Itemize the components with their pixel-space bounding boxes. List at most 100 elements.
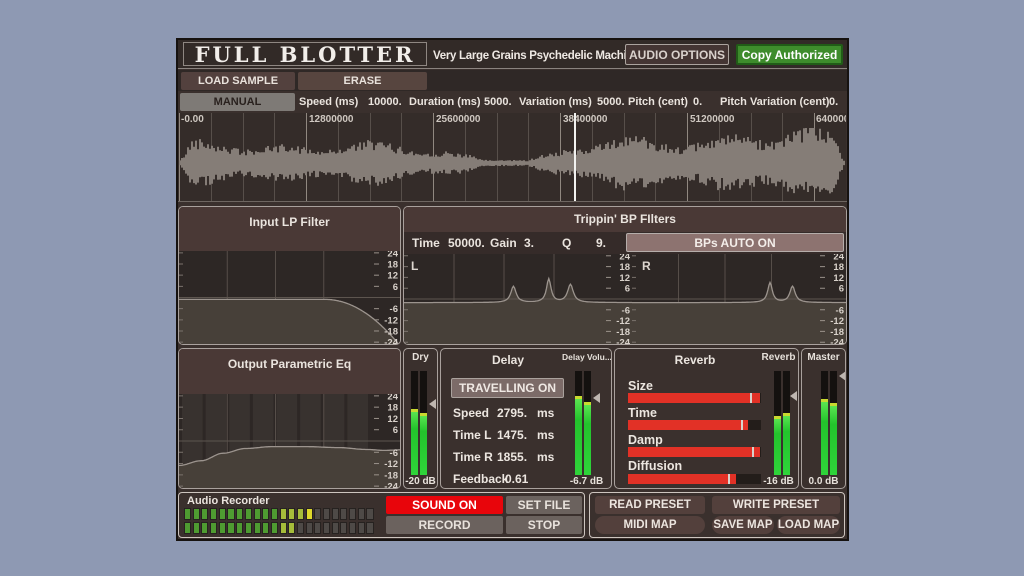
bp-left-graph[interactable]: L 2418126-6-12-18-24 — [404, 254, 632, 344]
load-sample-button[interactable]: LOAD SAMPLE — [181, 72, 295, 90]
bp-control-value[interactable]: 50000. — [448, 232, 485, 254]
reverb-slider-handle[interactable] — [750, 393, 752, 403]
stop-button[interactable]: STOP — [506, 516, 582, 534]
svg-text:-12: -12 — [830, 316, 844, 327]
svg-text:-6: -6 — [622, 305, 630, 316]
delay-title: Delay — [441, 353, 575, 367]
audio-recorder-label: Audio Recorder — [187, 495, 270, 507]
delay-volume-meter-bar — [575, 371, 582, 475]
sound-on-button[interactable]: SOUND ON — [386, 496, 503, 514]
waveform-display[interactable]: -0.0012800000256000003840000051200000640… — [179, 113, 846, 201]
svg-text:6: 6 — [625, 284, 630, 295]
reverb-meter-fader-pointer[interactable] — [790, 391, 797, 401]
input-lp-graph[interactable]: 2418126-6-12-18-24 — [179, 251, 400, 344]
delay-param-value[interactable]: 0.61 — [505, 472, 528, 486]
bps-auto-on-button[interactable]: BPs AUTO ON — [626, 233, 844, 252]
master-meter-fader-track[interactable] — [821, 371, 837, 475]
audio-recorder-box: Audio Recorder SOUND ON SET FILE RECORD … — [178, 492, 585, 538]
param-value[interactable]: 0. — [829, 93, 838, 111]
app-title: FULL BLOTTER — [183, 42, 427, 66]
output-eq-graph[interactable]: 2418126-6-12-18-24 — [179, 394, 400, 488]
led-cell — [271, 508, 278, 520]
reverb-meter: Reverb-16 dB — [760, 349, 797, 488]
read-preset-button[interactable]: READ PRESET — [595, 496, 705, 514]
svg-text:6: 6 — [393, 282, 398, 293]
recorder-led-row-bottom — [184, 522, 375, 534]
write-preset-button[interactable]: WRITE PRESET — [712, 496, 840, 514]
load-map-button[interactable]: LOAD MAP — [777, 516, 840, 534]
reverb-slider-label: Time — [628, 406, 657, 420]
led-cell — [193, 522, 200, 534]
save-map-button[interactable]: SAVE MAP — [712, 516, 774, 534]
svg-text:-24: -24 — [830, 338, 844, 344]
waveform-playhead[interactable] — [574, 113, 576, 201]
svg-text:-24: -24 — [384, 338, 398, 344]
dry-meter-fader-track[interactable] — [411, 371, 427, 475]
led-cell — [271, 522, 278, 534]
waveform-time-label: 25600000 — [436, 114, 481, 125]
param-label: Speed (ms) — [299, 93, 358, 111]
bp-right-graph[interactable]: R 2418126-6-12-18-24 — [632, 254, 846, 344]
svg-text:18: 18 — [387, 403, 398, 414]
master-meter-fader-pointer[interactable] — [839, 371, 846, 381]
reverb-slider-label: Damp — [628, 433, 663, 447]
reverb-meter-peak — [783, 413, 790, 416]
reverb-slider-handle[interactable] — [752, 447, 754, 457]
reverb-meter-bar — [783, 371, 790, 475]
led-cell — [297, 522, 304, 534]
reverb-slider-track[interactable] — [628, 447, 761, 457]
plugin-window: FULL BLOTTER Very Large Grains Psychedel… — [176, 38, 849, 541]
led-cell — [366, 522, 373, 534]
erase-button[interactable]: ERASE — [298, 72, 427, 90]
param-value[interactable]: 0. — [693, 93, 702, 111]
param-label: Pitch (cent) — [628, 93, 688, 111]
reverb-slider-handle[interactable] — [741, 420, 743, 430]
audio-options-button[interactable]: AUDIO OPTIONS — [625, 44, 729, 65]
bp-control-label: Q — [562, 232, 571, 254]
bp-filters-panel: Trippin' BP FIlters BPs AUTO ON Time5000… — [403, 206, 847, 345]
presets-box: READ PRESET WRITE PRESET MIDI MAP SAVE M… — [589, 492, 845, 538]
svg-text:6: 6 — [839, 284, 844, 295]
reverb-slider-track[interactable] — [628, 420, 761, 430]
lp-graph-svg: 2418126-6-12-18-24 — [179, 251, 400, 344]
travelling-on-button[interactable]: TRAVELLING ON — [451, 378, 564, 398]
reverb-slider-track[interactable] — [628, 474, 761, 484]
param-value[interactable]: 10000. — [368, 93, 402, 111]
reverb-slider-handle[interactable] — [728, 474, 730, 484]
delay-param-label: Time R — [453, 450, 493, 464]
record-button[interactable]: RECORD — [386, 516, 503, 534]
led-cell — [297, 508, 304, 520]
svg-text:-24: -24 — [616, 338, 630, 344]
manual-button[interactable]: MANUAL — [180, 93, 295, 111]
delay-param-value[interactable]: 1855. — [497, 450, 527, 464]
delay-param-value[interactable]: 1475. — [497, 428, 527, 442]
led-cell — [349, 508, 356, 520]
reverb-meter-fader-track[interactable] — [774, 371, 790, 475]
reverb-slider-track[interactable] — [628, 393, 761, 403]
delay-volume-meter-fader-track[interactable] — [575, 371, 591, 475]
output-eq-title: Output Parametric Eq — [179, 357, 400, 371]
param-value[interactable]: 5000. — [597, 93, 625, 111]
dry-meter-peak — [411, 409, 418, 412]
copy-authorized-button[interactable]: Copy Authorized — [736, 44, 843, 65]
delay-param-value[interactable]: 2795. — [497, 406, 527, 420]
reverb-slider-fill — [628, 447, 760, 457]
param-label: Variation (ms) — [519, 93, 592, 111]
led-cell — [349, 522, 356, 534]
dry-meter-fader-pointer[interactable] — [429, 399, 436, 409]
midi-map-button[interactable]: MIDI MAP — [595, 516, 705, 534]
param-value[interactable]: 5000. — [484, 93, 512, 111]
led-cell — [340, 522, 347, 534]
bp-control-value[interactable]: 3. — [524, 232, 534, 254]
led-cell — [306, 522, 313, 534]
svg-text:-18: -18 — [830, 327, 844, 338]
reverb-title: Reverb — [620, 353, 770, 367]
bp-control-value[interactable]: 9. — [596, 232, 606, 254]
svg-text:18: 18 — [833, 262, 844, 273]
reverb-meter-bar — [774, 371, 781, 475]
led-cell — [358, 508, 365, 520]
delay-volume-meter-fader-pointer[interactable] — [593, 393, 600, 403]
app-subtitle: Very Large Grains Psychedelic Machine — [433, 50, 625, 62]
set-file-button[interactable]: SET FILE — [506, 496, 582, 514]
svg-text:18: 18 — [387, 260, 398, 271]
